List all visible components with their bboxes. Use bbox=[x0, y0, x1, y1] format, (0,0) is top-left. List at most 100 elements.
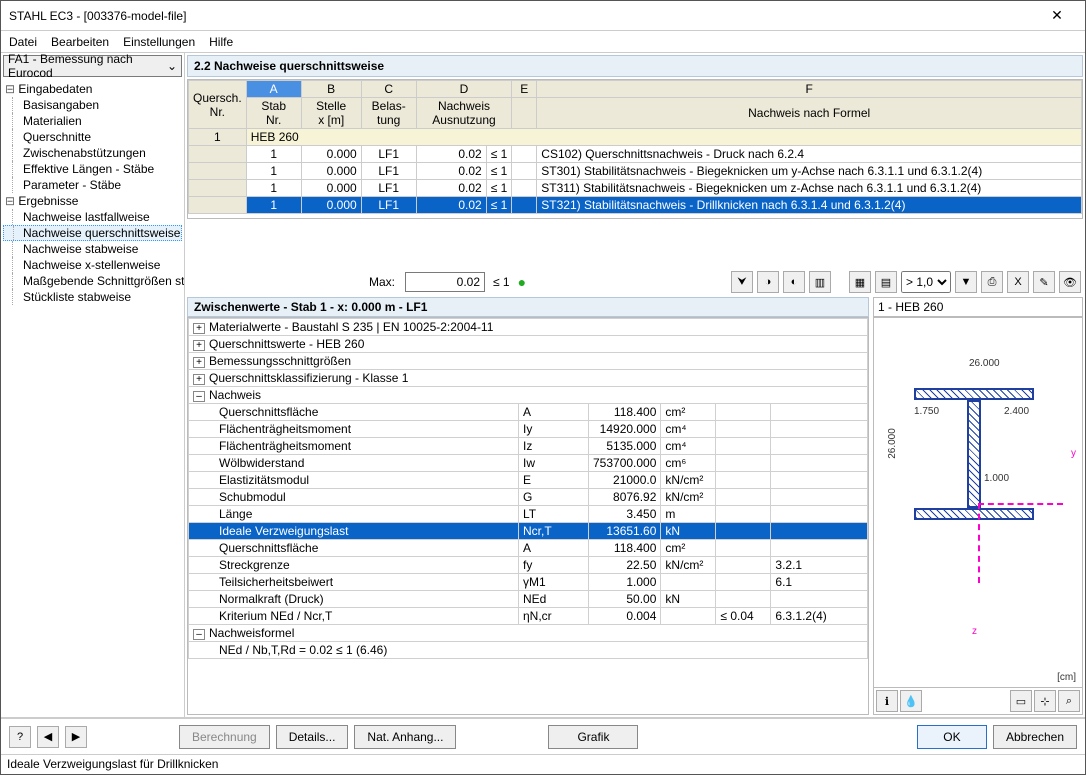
grafik-button[interactable]: Grafik bbox=[548, 725, 638, 749]
tool-icon-2[interactable]: ◑ bbox=[757, 271, 779, 293]
le1-label: ≤ 1 bbox=[493, 275, 510, 289]
grid-row[interactable]: 10.000LF10.02≤ 1ST311) Stabilitätsnachwe… bbox=[189, 180, 1082, 197]
detail-title: Zwischenwerte - Stab 1 - x: 0.000 m - LF… bbox=[187, 297, 869, 317]
col-a[interactable]: A bbox=[246, 81, 301, 98]
menu-einstellungen[interactable]: Einstellungen bbox=[123, 35, 195, 49]
details-button[interactable]: Details... bbox=[276, 725, 349, 749]
profile-title: 1 - HEB 260 bbox=[873, 297, 1083, 317]
detail-row[interactable]: LängeLT3.450m bbox=[189, 506, 868, 523]
grid-row[interactable]: 10.000LF10.02≤ 1ST301) Stabilitätsnachwe… bbox=[189, 163, 1082, 180]
tree-item-efflaengen[interactable]: Effektive Längen - Stäbe bbox=[3, 161, 182, 177]
tree-item-lastfall[interactable]: Nachweise lastfallweise bbox=[3, 209, 182, 225]
ok-status-icon: ● bbox=[518, 274, 526, 290]
case-combo[interactable]: FA1 - Bemessung nach Eurocod ⌄ bbox=[3, 55, 182, 77]
axes-icon[interactable]: ⊹ bbox=[1034, 690, 1056, 712]
filter-icon[interactable]: ▼ bbox=[955, 271, 977, 293]
tree-item-parameter[interactable]: Parameter - Stäbe bbox=[3, 177, 182, 193]
detail-group[interactable]: –Nachweisformel bbox=[189, 625, 868, 642]
detail-row[interactable]: QuerschnittsflächeA118.400cm² bbox=[189, 404, 868, 421]
tree-item-querschnitt[interactable]: Nachweise querschnittsweise bbox=[3, 225, 182, 241]
detail-row-selected[interactable]: Ideale VerzweigungslastNcr,T13651.60kN bbox=[189, 523, 868, 540]
eye-icon[interactable]: 👁 bbox=[1059, 271, 1081, 293]
detail-table[interactable]: +Materialwerte - Baustahl S 235 | EN 100… bbox=[188, 318, 868, 659]
detail-group[interactable]: –Nachweis bbox=[189, 387, 868, 404]
col-e[interactable]: E bbox=[512, 81, 537, 98]
next-icon[interactable]: ▶ bbox=[65, 726, 87, 748]
expand-icon[interactable]: + bbox=[193, 340, 205, 351]
detail-row[interactable]: WölbwiderstandIw753700.000cm⁶ bbox=[189, 455, 868, 472]
section-icon[interactable]: ▭ bbox=[1010, 690, 1032, 712]
detail-row[interactable]: QuerschnittsflächeA118.400cm² bbox=[189, 540, 868, 557]
window-title: STAHL EC3 - [003376-model-file] bbox=[9, 9, 1037, 23]
tool-icon-5[interactable]: ▦ bbox=[849, 271, 871, 293]
col-quersch: Quersch. bbox=[193, 91, 242, 105]
nat-anhang-button[interactable]: Nat. Anhang... bbox=[354, 725, 456, 749]
tree-item-zwischen[interactable]: Zwischenabstützungen bbox=[3, 145, 182, 161]
menu-datei[interactable]: Datei bbox=[9, 35, 37, 49]
col-f[interactable]: F bbox=[537, 81, 1082, 98]
tree-item-querschnitte[interactable]: Querschnitte bbox=[3, 129, 182, 145]
max-input[interactable] bbox=[405, 272, 485, 292]
collapse-icon[interactable]: – bbox=[193, 391, 205, 402]
tree-item-massgeb[interactable]: Maßgebende Schnittgrößen sta bbox=[3, 273, 182, 289]
detail-row[interactable]: Streckgrenzefy22.50kN/cm²3.2.1 bbox=[189, 557, 868, 574]
results-grid[interactable]: Quersch.Nr. A B C D E F StabNr. Stellex … bbox=[188, 80, 1082, 214]
menu-bearbeiten[interactable]: Bearbeiten bbox=[51, 35, 109, 49]
tool-icon-6[interactable]: ▤ bbox=[875, 271, 897, 293]
detail-group[interactable]: +Materialwerte - Baustahl S 235 | EN 100… bbox=[189, 319, 868, 336]
detail-row[interactable]: TeilsicherheitsbeiwertγM11.0006.1 bbox=[189, 574, 868, 591]
tree-item-stab[interactable]: Nachweise stabweise bbox=[3, 241, 182, 257]
dim-r: 2.400 bbox=[1004, 406, 1029, 417]
tree-item-xstellen[interactable]: Nachweise x-stellenweise bbox=[3, 257, 182, 273]
grid-section-row[interactable]: 1 HEB 260 bbox=[189, 129, 1082, 146]
grid-row[interactable]: 10.000LF10.02≤ 1CS102) Querschnittsnachw… bbox=[189, 146, 1082, 163]
detail-row[interactable]: NEd / Nb,T,Rd = 0.02 ≤ 1 (6.46) bbox=[189, 642, 868, 659]
excel-icon[interactable]: X bbox=[1007, 271, 1029, 293]
expand-icon[interactable]: + bbox=[193, 374, 205, 385]
expand-icon[interactable]: + bbox=[193, 323, 205, 334]
z-label: z bbox=[972, 626, 977, 637]
expand-icon[interactable]: + bbox=[193, 357, 205, 368]
zoom-icon[interactable]: ⌕ bbox=[1058, 690, 1080, 712]
detail-group[interactable]: +Querschnittswerte - HEB 260 bbox=[189, 336, 868, 353]
dim-tw: 1.000 bbox=[984, 473, 1009, 484]
col-d[interactable]: D bbox=[416, 81, 512, 98]
col-b[interactable]: B bbox=[301, 81, 361, 98]
tree-group-results[interactable]: Ergebnisse bbox=[3, 193, 182, 209]
detail-row[interactable]: ElastizitätsmodulE21000.0kN/cm² bbox=[189, 472, 868, 489]
tool-icon-4[interactable]: ▥ bbox=[809, 271, 831, 293]
close-icon[interactable]: ✕ bbox=[1037, 7, 1077, 24]
tool-icon-3[interactable]: ◐ bbox=[783, 271, 805, 293]
tool-icon-7[interactable]: ⎙ bbox=[981, 271, 1003, 293]
menubar: Datei Bearbeiten Einstellungen Hilfe bbox=[1, 31, 1085, 53]
detail-row[interactable]: Normalkraft (Druck)NEd50.00kN bbox=[189, 591, 868, 608]
tree-group-input[interactable]: Eingabedaten bbox=[3, 81, 182, 97]
grid-row-selected[interactable]: 10.000LF10.02≤ 1ST321) Stabilitätsnachwe… bbox=[189, 197, 1082, 214]
col-c[interactable]: C bbox=[361, 81, 416, 98]
dim-tf: 1.750 bbox=[914, 406, 939, 417]
unit-label: [cm] bbox=[1057, 672, 1076, 683]
detail-group[interactable]: +Bemessungsschnittgrößen bbox=[189, 353, 868, 370]
ok-button[interactable]: OK bbox=[917, 725, 987, 749]
chevron-down-icon: ⌄ bbox=[167, 59, 177, 73]
tree-item-stueckliste[interactable]: Stückliste stabweise bbox=[3, 289, 182, 305]
drop-icon[interactable]: 💧 bbox=[900, 690, 922, 712]
info-icon[interactable]: ℹ bbox=[876, 690, 898, 712]
detail-row[interactable]: FlächenträgheitsmomentIy14920.000cm⁴ bbox=[189, 421, 868, 438]
tree-item-materialien[interactable]: Materialien bbox=[3, 113, 182, 129]
tool-icon-1[interactable]: ⮟ bbox=[731, 271, 753, 293]
tool-icon-8[interactable]: ✎ bbox=[1033, 271, 1055, 293]
detail-group[interactable]: +Querschnittsklassifizierung - Klasse 1 bbox=[189, 370, 868, 387]
profile-canvas: 26.000 26.000 1.750 2.400 1.000 y z [cm] bbox=[873, 317, 1083, 688]
filter-select[interactable]: > 1,0 bbox=[901, 271, 951, 293]
collapse-icon[interactable]: – bbox=[193, 629, 205, 640]
detail-row[interactable]: Kriterium NEd / Ncr,TηN,cr0.004≤ 0.046.3… bbox=[189, 608, 868, 625]
tree-item-basisangaben[interactable]: Basisangaben bbox=[3, 97, 182, 113]
help-icon[interactable]: ? bbox=[9, 726, 31, 748]
menu-hilfe[interactable]: Hilfe bbox=[209, 35, 233, 49]
section-title: 2.2 Nachweise querschnittsweise bbox=[187, 55, 1083, 77]
detail-row[interactable]: FlächenträgheitsmomentIz5135.000cm⁴ bbox=[189, 438, 868, 455]
prev-icon[interactable]: ◀ bbox=[37, 726, 59, 748]
detail-row[interactable]: SchubmodulG8076.92kN/cm² bbox=[189, 489, 868, 506]
abbrechen-button[interactable]: Abbrechen bbox=[993, 725, 1077, 749]
